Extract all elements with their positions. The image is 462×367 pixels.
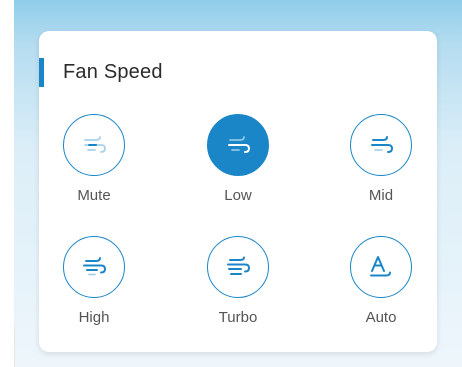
wind-turbo-icon (227, 256, 251, 275)
fan-speed-option-mute[interactable]: Mute (50, 114, 140, 204)
wind-mid-icon (371, 136, 394, 153)
auto-a-icon (370, 256, 391, 277)
fan-speed-button-auto[interactable] (350, 236, 412, 298)
fan-speed-button-turbo[interactable] (207, 236, 269, 298)
fan-speed-label-turbo: Turbo (218, 309, 258, 326)
panel-title: Fan Speed (63, 61, 163, 83)
fan-speed-option-low[interactable]: Low (194, 114, 284, 204)
fan-speed-option-high[interactable]: High (50, 236, 140, 326)
fan-speed-button-mid[interactable] (350, 114, 412, 176)
fan-speed-panel: Fan Speed Mute Low Mid High Turbo Auto (39, 31, 437, 352)
fan-speed-option-mid[interactable]: Mid (337, 114, 427, 204)
left-strip (0, 0, 14, 367)
fan-speed-label-mid: Mid (368, 187, 394, 204)
title-accent-bar (39, 58, 44, 87)
wind-mute-icon (84, 136, 106, 153)
wind-high-icon (83, 257, 107, 276)
fan-speed-button-mute[interactable] (63, 114, 125, 176)
wind-low-icon (228, 136, 251, 153)
fan-speed-option-auto[interactable]: Auto (337, 236, 427, 326)
fan-speed-label-auto: Auto (365, 309, 397, 326)
fan-speed-option-turbo[interactable]: Turbo (194, 236, 284, 326)
fan-speed-label-low: Low (224, 187, 252, 204)
fan-speed-button-low[interactable] (207, 114, 269, 176)
left-divider (14, 326, 15, 367)
fan-speed-button-high[interactable] (63, 236, 125, 298)
fan-speed-label-high: High (78, 309, 110, 326)
fan-speed-label-mute: Mute (77, 187, 111, 204)
